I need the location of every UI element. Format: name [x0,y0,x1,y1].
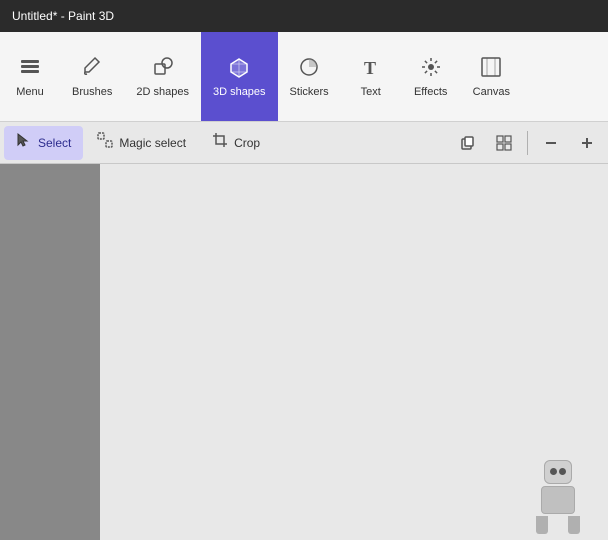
stickers-label: Stickers [290,86,329,98]
brushes-label: Brushes [72,86,112,98]
robot-head [544,460,572,484]
view-paste-button[interactable] [451,126,485,160]
robot-body [541,486,575,514]
effects-icon [420,56,442,82]
3d-shapes-label: 3D shapes [213,86,266,98]
toolbar-item-2d-shapes[interactable]: 2D shapes [124,32,201,121]
title-bar: Untitled* - Paint 3D [0,0,608,32]
secondary-toolbar: Select Magic select Crop [0,122,608,164]
3d-figure [528,460,588,530]
app-title: Untitled* - Paint 3D [12,9,114,23]
robot-eye-left [550,468,557,475]
effects-label: Effects [414,86,447,98]
crop-icon [212,132,228,153]
menu-icon [19,56,41,82]
toolbar-item-canvas[interactable]: Canvas [461,32,522,121]
select-icon [16,132,32,153]
grid-icon [496,135,512,151]
text-label: Text [361,86,381,98]
select-label: Select [38,136,71,150]
3d-shapes-icon [228,56,250,82]
svg-text:T: T [364,58,376,78]
toolbar-item-text[interactable]: T Text [341,32,401,121]
crop-label: Crop [234,136,260,150]
zoom-out-button[interactable] [534,126,568,160]
left-panel [0,164,100,540]
paste-icon [460,135,476,151]
robot-leg-right [568,516,580,534]
toolbar-item-menu[interactable]: Menu [0,32,60,121]
robot-leg-left [536,516,548,534]
stickers-icon [298,56,320,82]
toolbar-item-effects[interactable]: Effects [401,32,461,121]
canvas-label: Canvas [473,86,510,98]
canvas-icon [480,56,502,82]
2d-shapes-label: 2D shapes [136,86,189,98]
2d-shapes-icon [152,56,174,82]
minus-icon [543,135,559,151]
zoom-in-button[interactable] [570,126,604,160]
text-icon: T [360,56,382,82]
menu-label: Menu [16,86,44,98]
toolbar-divider [527,131,528,155]
grid-button[interactable] [487,126,521,160]
toolbar-item-3d-shapes[interactable]: 3D shapes [201,32,278,121]
magic-select-button[interactable]: Magic select [85,126,198,160]
magic-select-label: Magic select [119,136,186,150]
brushes-icon [81,56,103,82]
plus-icon [579,135,595,151]
crop-button[interactable]: Crop [200,126,272,160]
canvas[interactable] [100,164,608,540]
magic-select-icon [97,132,113,153]
main-toolbar: Menu Brushes 2D shapes 3D shapes [0,32,608,122]
select-button[interactable]: Select [4,126,83,160]
canvas-area [0,164,608,540]
robot-eye-right [559,468,566,475]
toolbar-item-stickers[interactable]: Stickers [278,32,341,121]
toolbar-item-brushes[interactable]: Brushes [60,32,124,121]
